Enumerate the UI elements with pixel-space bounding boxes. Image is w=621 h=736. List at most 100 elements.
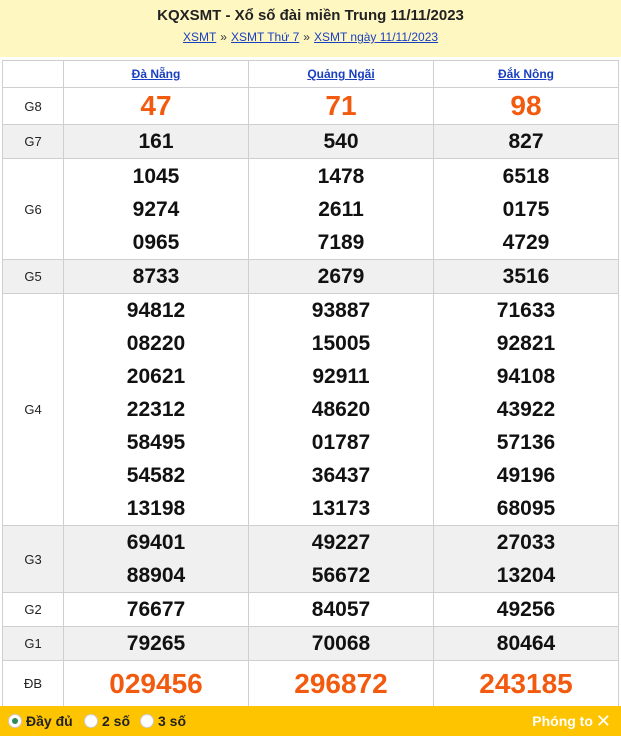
prize-number: 43922 xyxy=(496,398,556,421)
prize-number: 57136 xyxy=(496,431,556,454)
prize-cell: 540 xyxy=(248,124,434,159)
radio-icon[interactable] xyxy=(140,714,154,728)
prize-number: 2679 xyxy=(317,265,365,288)
prize-number: 20621 xyxy=(126,365,186,388)
prize-label: G3 xyxy=(2,525,64,593)
prize-row: G1 79265 70068 80464 xyxy=(2,626,619,661)
prize-cell: 94812 08220 20621 22312 58495 54582 13198 xyxy=(63,293,249,526)
prize-number: 0175 xyxy=(502,197,550,221)
province-header: Đà Nẵng xyxy=(63,60,249,88)
prize-number: 6518 xyxy=(502,164,550,188)
prize-number: 1045 xyxy=(132,164,180,188)
prize-number: 3516 xyxy=(502,265,550,288)
prize-number: 36437 xyxy=(311,464,371,487)
prize-number: 13173 xyxy=(311,497,371,520)
prize-label: G8 xyxy=(2,87,64,125)
prize-number: 01787 xyxy=(311,431,371,454)
prize-number: 54582 xyxy=(126,464,186,487)
prize-number: 243185 xyxy=(479,667,573,699)
prize-cell: 3516 xyxy=(433,259,619,294)
corner-cell xyxy=(2,60,64,88)
table-header-row: Đà Nẵng Quảng Ngãi Đắk Nông xyxy=(2,60,619,88)
breadcrumb-xsmt-date[interactable]: XSMT ngày 11/11/2023 xyxy=(314,30,438,44)
breadcrumb-xsmt[interactable]: XSMT xyxy=(183,30,216,44)
prize-cell: 84057 xyxy=(248,592,434,627)
prize-cell: 029456 xyxy=(63,660,249,707)
province-header: Quảng Ngãi xyxy=(248,60,434,88)
prize-number: 161 xyxy=(138,130,174,153)
prize-cell: 47 xyxy=(63,87,249,125)
option-full[interactable]: Đầy đủ xyxy=(8,713,73,729)
prize-number: 68095 xyxy=(496,497,556,520)
prize-number: 94108 xyxy=(496,365,556,388)
prize-number: 8733 xyxy=(132,265,180,288)
prize-number: 56672 xyxy=(311,564,371,587)
option-label: 2 số xyxy=(102,713,131,729)
prize-number: 540 xyxy=(323,130,359,153)
prize-cell: 296872 xyxy=(248,660,434,707)
prize-label: G7 xyxy=(2,124,64,159)
prize-number: 47 xyxy=(140,90,172,121)
results-table: Đà Nẵng Quảng Ngãi Đắk Nông G8 47 71 98 G7 16… xyxy=(2,60,619,707)
breadcrumb: XSMT » XSMT Thứ 7 » XSMT ngày 11/11/2023 xyxy=(0,30,621,44)
prize-number: 0965 xyxy=(132,230,180,254)
prize-label: G1 xyxy=(2,626,64,661)
prize-number: 4729 xyxy=(502,230,550,254)
prize-number: 08220 xyxy=(126,332,186,355)
prize-label: G4 xyxy=(2,293,64,526)
zoom-label: Phóng to xyxy=(532,713,593,729)
prize-cell: 71633 92821 94108 43922 57136 49196 68095 xyxy=(433,293,619,526)
prize-number: 029456 xyxy=(109,667,203,699)
prize-cell: 8733 xyxy=(63,259,249,294)
prize-number: 71633 xyxy=(496,299,556,322)
province-link-quang-ngai[interactable]: Quảng Ngãi xyxy=(307,67,374,81)
prize-number: 58495 xyxy=(126,431,186,454)
page-header: KQXSMT - Xổ số đài miền Trung 11/11/2023… xyxy=(0,0,621,57)
prize-row: G6 1045 9274 0965 1478 2611 7189 6518 0175 4729 xyxy=(2,158,619,260)
prize-cell: 1045 9274 0965 xyxy=(63,158,249,260)
prize-row: G4 94812 08220 20621 22312 58495 54582 13198 938… xyxy=(2,293,619,526)
prize-cell: 70068 xyxy=(248,626,434,661)
prize-number: 92911 xyxy=(312,365,370,388)
prize-number: 27033 xyxy=(496,531,556,554)
prize-number: 15005 xyxy=(311,332,371,355)
prize-number: 49227 xyxy=(311,531,371,554)
prize-number: 827 xyxy=(508,130,544,153)
prize-cell: 69401 88904 xyxy=(63,525,249,593)
breadcrumb-xsmt-thu7[interactable]: XSMT Thứ 7 xyxy=(231,30,299,44)
prize-number: 49196 xyxy=(496,464,556,487)
prize-label: ĐB xyxy=(2,660,64,707)
prize-number: 7189 xyxy=(317,230,365,254)
breadcrumb-separator: » xyxy=(303,30,310,44)
prize-cell: 71 xyxy=(248,87,434,125)
province-header: Đắk Nông xyxy=(433,60,619,88)
prize-number: 2611 xyxy=(318,197,364,221)
prize-number: 1478 xyxy=(317,164,365,188)
prize-row: G3 69401 88904 49227 56672 27033 13204 xyxy=(2,525,619,593)
prize-cell: 827 xyxy=(433,124,619,159)
option-label: Đầy đủ xyxy=(26,713,73,729)
prize-number: 88904 xyxy=(126,564,186,587)
prize-label: G5 xyxy=(2,259,64,294)
footer-bar: Đầy đủ 2 số 3 số Phóng to ✕ xyxy=(0,706,621,736)
prize-cell: 98 xyxy=(433,87,619,125)
prize-row: G2 76677 84057 49256 xyxy=(2,592,619,627)
prize-number: 84057 xyxy=(311,598,371,621)
prize-number: 92821 xyxy=(496,332,556,355)
prize-cell: 79265 xyxy=(63,626,249,661)
radio-checked-icon[interactable] xyxy=(8,714,22,728)
option-2-digits[interactable]: 2 số xyxy=(84,713,130,729)
province-link-dak-nong[interactable]: Đắk Nông xyxy=(498,67,554,81)
option-3-digits[interactable]: 3 số xyxy=(140,713,186,729)
prize-row: ĐB 029456 296872 243185 xyxy=(2,660,619,707)
province-link-da-nang[interactable]: Đà Nẵng xyxy=(132,67,181,81)
prize-cell: 49256 xyxy=(433,592,619,627)
prize-number: 79265 xyxy=(126,632,186,655)
prize-cell: 1478 2611 7189 xyxy=(248,158,434,260)
prize-row: G8 47 71 98 xyxy=(2,87,619,125)
prize-number: 296872 xyxy=(294,667,388,699)
zoom-button[interactable]: Phóng to ✕ xyxy=(532,712,611,730)
prize-row: G5 8733 2679 3516 xyxy=(2,259,619,294)
prize-cell: 2679 xyxy=(248,259,434,294)
radio-icon[interactable] xyxy=(84,714,98,728)
